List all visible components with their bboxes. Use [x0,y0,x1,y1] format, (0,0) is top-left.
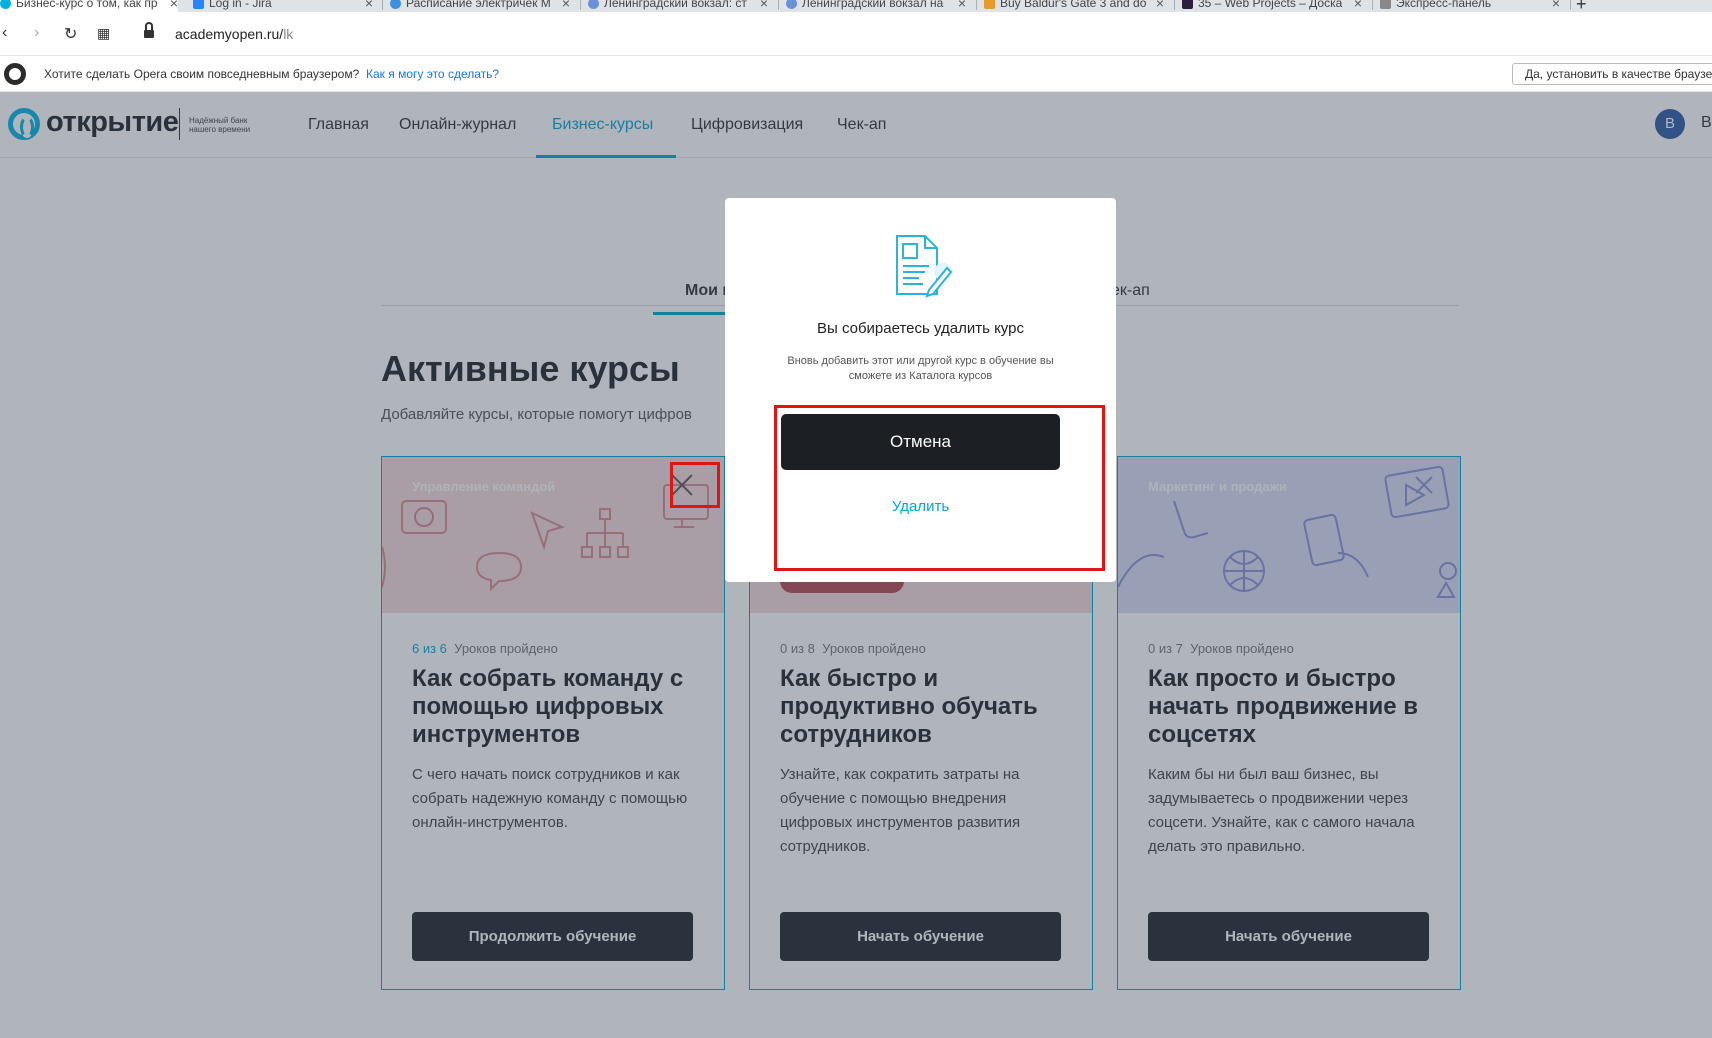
train-favicon-icon [390,0,401,9]
set-default-browser-button[interactable]: Да, установить в качестве браузер [1512,63,1712,85]
close-tab-icon[interactable]: × [365,0,373,11]
dialog-title: Вы собираетесь удалить курс [817,320,1024,337]
browser-tab[interactable]: Расписание электричек М × [390,0,570,12]
opera-default-browser-bar: Хотите сделать Opera своим повседневным … [0,56,1712,92]
grid-favicon-icon [1380,0,1391,9]
new-tab-button[interactable]: + [1576,0,1587,12]
close-tab-icon[interactable]: × [760,0,768,11]
browser-tab[interactable]: Ленинградский вокзал на × [786,0,966,12]
forward-arrow-icon[interactable]: › [34,24,39,42]
opera-help-link[interactable]: Как я могу это сделать? [366,67,499,81]
browser-tab-strip: Бизнес-курс о том, как пр × Log in - Jir… [0,0,1712,12]
site-favicon-icon [0,0,11,9]
browser-tab[interactable]: Ленинградский вокзал: ст × [588,0,768,12]
document-edit-icon [896,235,953,298]
browser-tab[interactable]: Buy Baldur's Gate 3 and do × [984,0,1164,12]
browser-tab[interactable]: 35 – Web Projects – Доска × [1182,0,1362,12]
opera-prompt: Хотите сделать Opera своим повседневным … [44,67,360,81]
reload-icon[interactable]: ↻ [64,24,77,44]
tabs-grid-icon[interactable]: ▦ [97,25,110,42]
highlight-dialog-actions-box [774,405,1105,571]
browser-tab[interactable]: Бизнес-курс о том, как пр × [0,0,178,12]
browser-tab[interactable]: Log in - Jira × [193,0,373,12]
close-tab-icon[interactable]: × [1552,0,1560,11]
back-arrow-icon[interactable]: ‹ [2,24,7,42]
browser-tab[interactable]: Экспресс-панель × [1380,0,1560,12]
address-bar: ‹ › ↻ ▦ academyopen.ru/lk [0,12,1712,56]
site-favicon-icon [786,0,797,9]
close-tab-icon[interactable]: × [1156,0,1164,11]
url-field[interactable]: academyopen.ru/lk [175,26,293,42]
game-favicon-icon [984,0,995,9]
site-favicon-icon [588,0,599,9]
close-tab-icon[interactable]: × [958,0,966,11]
close-tab-icon[interactable]: × [1354,0,1362,11]
opera-logo-icon [4,63,26,85]
board-favicon-icon [1182,0,1193,9]
dialog-message: Вновь добавить этот или другой курс в об… [787,355,1054,382]
close-tab-icon[interactable]: × [562,0,570,11]
jira-favicon-icon [193,0,204,9]
highlight-close-box [670,462,720,508]
close-tab-icon[interactable]: × [170,0,178,11]
page-content: открытие Надёжный банк нашего времени Гл… [0,92,1712,1038]
lock-icon[interactable] [144,22,154,38]
